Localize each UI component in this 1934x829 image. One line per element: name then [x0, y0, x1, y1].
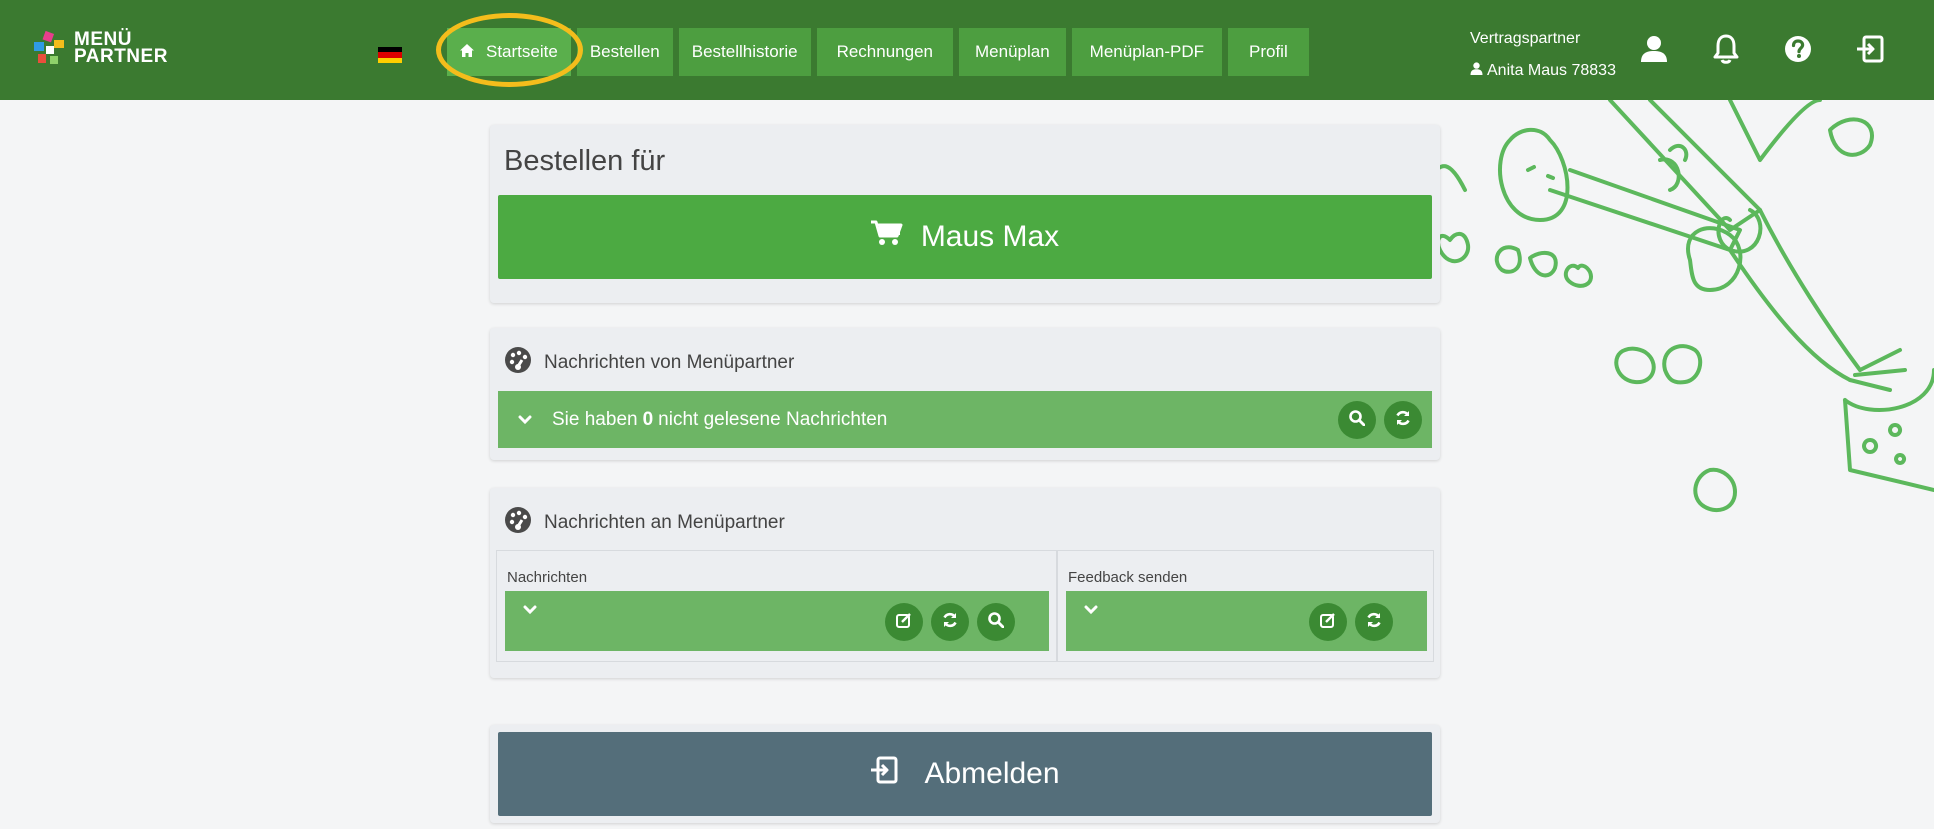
nav-item-rechnungen[interactable]: Rechnungen — [816, 28, 953, 76]
inbox-refresh-button[interactable] — [1384, 401, 1422, 439]
nav-item-label: Menüplan-PDF — [1089, 42, 1204, 61]
main-nav: Startseite Bestellen Bestellhistorie Rec… — [447, 28, 1309, 76]
logout-icon — [870, 756, 924, 792]
feedback-label: Feedback senden — [1068, 569, 1188, 586]
unread-messages-bar[interactable]: Sie haben 0 nicht gelesene Nachrichten — [498, 391, 1432, 448]
order-button-label: Maus Max — [920, 220, 1060, 253]
nav-item-label: Bestellen — [589, 42, 660, 61]
edit-icon — [896, 612, 912, 633]
nav-item-label: Rechnungen — [836, 42, 933, 61]
home-icon — [460, 42, 474, 62]
language-flag-icon[interactable] — [378, 47, 402, 63]
brand-logo[interactable]: MENÜ PARTNER — [30, 30, 168, 66]
header-icons — [1635, 30, 1889, 68]
refresh-icon — [941, 611, 959, 634]
refresh-icon — [1394, 409, 1412, 432]
edit-icon — [1320, 612, 1336, 633]
nav-item-menueplan-pdf[interactable]: Menüplan-PDF — [1071, 28, 1222, 76]
compose-feedback-button[interactable] — [1309, 603, 1347, 641]
dashboard-gauge-icon — [504, 506, 544, 540]
order-for-button[interactable]: Maus Max — [498, 195, 1432, 279]
logout-card: Abmelden — [490, 725, 1440, 823]
logout-button[interactable]: Abmelden — [498, 732, 1432, 816]
brand-line2: PARTNER — [74, 46, 168, 67]
nav-item-label: Menüplan — [975, 42, 1050, 61]
nav-item-label: Bestellhistorie — [691, 42, 798, 61]
help-icon[interactable] — [1779, 30, 1817, 68]
search-icon — [988, 611, 1005, 633]
partner-role: Vertragspartner — [1470, 30, 1581, 47]
outbox-heading: Nachrichten an Menüpartner — [544, 512, 785, 533]
nav-item-label: Profil — [1249, 42, 1288, 61]
dashboard-gauge-icon — [504, 346, 544, 380]
compose-message-button[interactable] — [885, 603, 923, 641]
vegetable-doodle-illustration — [1430, 100, 1934, 513]
unread-count: 0 — [642, 408, 654, 430]
outbox-card: Nachrichten an Menüpartner Nachrichten F… — [490, 488, 1440, 678]
partner-info: Vertragspartner Anita Maus 78833 — [1470, 30, 1616, 80]
inbox-card: Nachrichten von Menüpartner Sie haben 0 … — [490, 328, 1440, 460]
nav-item-bestellen[interactable]: Bestellen — [576, 28, 673, 76]
logout-label: Abmelden — [924, 757, 1060, 790]
nav-item-bestellhistorie[interactable]: Bestellhistorie — [678, 28, 811, 76]
logout-icon[interactable] — [1851, 30, 1889, 68]
bell-icon[interactable] — [1707, 30, 1745, 68]
nav-item-profil[interactable]: Profil — [1228, 28, 1309, 76]
search-icon — [1349, 409, 1366, 431]
brand-mark-icon — [30, 30, 70, 66]
user-icon[interactable] — [1635, 30, 1673, 68]
messages-search-button[interactable] — [977, 603, 1015, 641]
inbox-heading: Nachrichten von Menüpartner — [544, 352, 795, 373]
small-user-icon — [1470, 62, 1483, 80]
feedback-refresh-button[interactable] — [1355, 603, 1393, 641]
partner-name: Anita Maus 78833 — [1487, 62, 1616, 79]
inbox-search-button[interactable] — [1338, 401, 1376, 439]
messages-refresh-button[interactable] — [931, 603, 969, 641]
feedback-column: Feedback senden — [1057, 550, 1434, 662]
shopping-cart-icon — [870, 220, 921, 254]
order-title: Bestellen für — [504, 145, 666, 177]
unread-suffix: nicht gelesene Nachrichten — [658, 408, 888, 430]
order-card: Bestellen für Maus Max — [490, 125, 1440, 303]
chevron-down-icon — [518, 409, 532, 431]
chevron-down-icon — [1084, 602, 1098, 620]
unread-prefix: Sie haben — [552, 408, 638, 430]
nav-item-startseite[interactable]: Startseite — [447, 28, 571, 76]
messages-column: Nachrichten — [496, 550, 1057, 662]
chevron-down-icon — [523, 602, 537, 620]
top-navbar: MENÜ PARTNER Startseite Bestellen Bestel… — [0, 0, 1934, 100]
messages-label: Nachrichten — [507, 569, 588, 586]
nav-item-label: Startseite — [486, 42, 558, 61]
refresh-icon — [1365, 611, 1383, 634]
nav-item-menueplan[interactable]: Menüplan — [959, 28, 1066, 76]
